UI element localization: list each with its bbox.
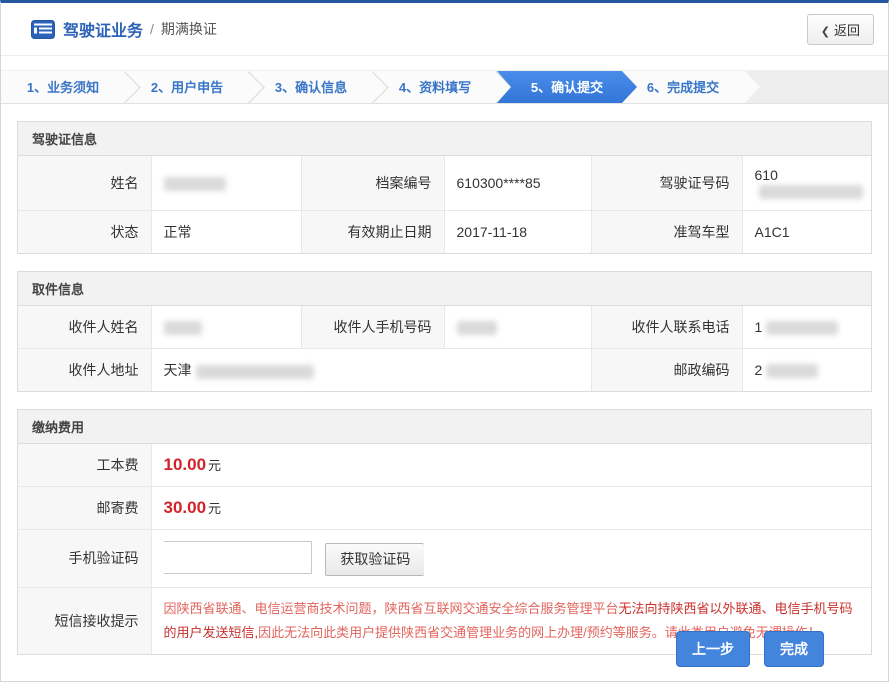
section-license-info: 驾驶证信息 姓名 档案编号 610300****85 驾驶证号码 610 状态 … — [17, 121, 872, 254]
fee-unit: 元 — [208, 501, 221, 516]
previous-step-button[interactable]: 上一步 — [676, 631, 750, 667]
status-label: 状态 — [18, 211, 151, 254]
steps-wrap: 1、业务须知 2、用户申告 3、确认信息 4、资料填写 5、确认提交 6、完成提… — [1, 71, 760, 103]
recipient-name-value — [151, 306, 301, 349]
table-row: 工本费 10.00元 — [18, 444, 871, 487]
license-no-value: 610 — [742, 156, 871, 211]
step-5-confirm-submit-active: 5、确认提交 — [497, 71, 637, 103]
postal-code-prefix: 2 — [755, 362, 763, 378]
fee-amount: 30.00 — [164, 498, 207, 517]
redacted-value — [457, 321, 497, 335]
table-row: 手机验证码 获取验证码 — [18, 530, 871, 587]
sms-code-input[interactable] — [164, 541, 312, 574]
vehicle-class-label: 准驾车型 — [591, 211, 742, 254]
vehicle-class-value: A1C1 — [742, 211, 871, 254]
back-chevron-icon: ❮ — [821, 26, 830, 38]
license-no-label: 驾驶证号码 — [591, 156, 742, 211]
footer-actions: 上一步 完成 — [676, 631, 824, 667]
table-row: 状态 正常 有效期止日期 2017-11-18 准驾车型 A1C1 — [18, 211, 871, 254]
expiry-label: 有效期止日期 — [301, 211, 444, 254]
section-payment: 缴纳费用 工本费 10.00元 邮寄费 30.00元 手机验证码 获取验证码 — [17, 409, 872, 654]
header: 驾驶证业务 / 期满换证 ❮ 返回 — [1, 3, 888, 56]
step-3-confirm-info: 3、确认信息 — [249, 71, 373, 103]
recipient-name-label: 收件人姓名 — [18, 306, 151, 349]
recipient-phone-label: 收件人联系电话 — [591, 306, 742, 349]
license-no-prefix: 610 — [755, 167, 778, 183]
step-1-business-notice: 1、业务须知 — [1, 71, 125, 103]
file-no-value: 610300****85 — [444, 156, 591, 211]
fee-value: 10.00元 — [151, 444, 871, 487]
breadcrumb-divider: / — [150, 21, 154, 37]
recipient-address-value: 天津 — [151, 349, 591, 392]
expiry-value: 2017-11-18 — [444, 211, 591, 254]
step-4-fill-data: 4、资料填写 — [373, 71, 497, 103]
sms-notice-part1: 因陕西省联通、电信运营商技术问题，陕西省互联网交通安全综合服务管理平台 — [164, 601, 619, 616]
redacted-value — [164, 177, 226, 191]
sms-notice-label: 短信接收提示 — [18, 587, 151, 654]
fee-label: 邮寄费 — [18, 487, 151, 530]
section-payment-title: 缴纳费用 — [18, 410, 871, 444]
license-info-table: 姓名 档案编号 610300****85 驾驶证号码 610 状态 正常 有效期… — [18, 156, 871, 253]
redacted-value — [766, 321, 838, 335]
status-value: 正常 — [151, 211, 301, 254]
redacted-value — [164, 321, 202, 335]
fee-value: 30.00元 — [151, 487, 871, 530]
recipient-address-label: 收件人地址 — [18, 349, 151, 392]
redacted-value — [196, 365, 314, 379]
fee-amount: 10.00 — [164, 455, 207, 474]
table-row: 收件人姓名 收件人手机号码 收件人联系电话 1 — [18, 306, 871, 349]
postal-code-value: 2 — [742, 349, 871, 392]
recipient-mobile-label: 收件人手机号码 — [301, 306, 444, 349]
recipient-address-prefix: 天津 — [164, 362, 192, 378]
recipient-mobile-value — [444, 306, 591, 349]
table-row: 邮寄费 30.00元 — [18, 487, 871, 530]
license-business-icon — [31, 20, 55, 39]
page-title: 驾驶证业务 — [63, 17, 143, 41]
redacted-value — [766, 364, 818, 378]
table-row: 姓名 档案编号 610300****85 驾驶证号码 610 — [18, 156, 871, 211]
step-2-user-declaration: 2、用户申告 — [125, 71, 249, 103]
redacted-value — [759, 185, 863, 199]
name-label: 姓名 — [18, 156, 151, 211]
section-pickup-title: 取件信息 — [18, 272, 871, 306]
wizard-steps: 1、业务须知 2、用户申告 3、确认信息 4、资料填写 5、确认提交 6、完成提… — [1, 70, 888, 104]
table-row: 收件人地址 天津 邮政编码 2 — [18, 349, 871, 392]
name-value — [151, 156, 301, 211]
step-6-finish-submit: 6、完成提交 — [621, 71, 745, 103]
payment-table: 工本费 10.00元 邮寄费 30.00元 手机验证码 获取验证码 短信接收提 — [18, 444, 871, 653]
finish-button[interactable]: 完成 — [764, 631, 824, 667]
back-button[interactable]: ❮ 返回 — [807, 14, 874, 45]
get-sms-code-button[interactable]: 获取验证码 — [325, 543, 424, 576]
postal-code-label: 邮政编码 — [591, 349, 742, 392]
recipient-phone-value: 1 — [742, 306, 871, 349]
pickup-info-table: 收件人姓名 收件人手机号码 收件人联系电话 1 收件人地址 天津 邮政编码 2 — [18, 306, 871, 391]
sms-code-label: 手机验证码 — [18, 530, 151, 587]
section-license-title: 驾驶证信息 — [18, 122, 871, 156]
sms-code-cell: 获取验证码 — [151, 530, 871, 587]
file-no-label: 档案编号 — [301, 156, 444, 211]
breadcrumb-current: 期满换证 — [161, 19, 217, 39]
fee-label: 工本费 — [18, 444, 151, 487]
back-button-label: 返回 — [834, 23, 860, 38]
recipient-phone-prefix: 1 — [755, 319, 763, 335]
page: 驾驶证业务 / 期满换证 ❮ 返回 1、业务须知 2、用户申告 3、确认信息 4、… — [0, 0, 889, 682]
fee-unit: 元 — [208, 458, 221, 473]
section-pickup-info: 取件信息 收件人姓名 收件人手机号码 收件人联系电话 1 收件人地址 天津 邮政… — [17, 271, 872, 392]
